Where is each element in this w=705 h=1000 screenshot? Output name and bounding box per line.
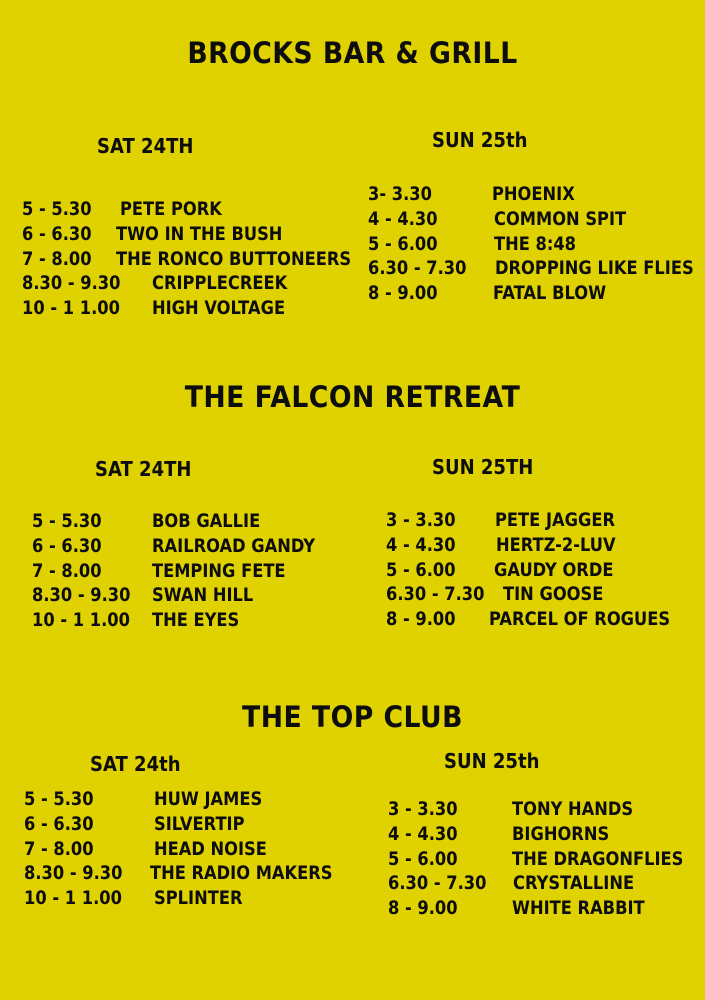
- venue-title-brocks: BROCKS BAR & GRILL: [187, 36, 518, 70]
- slot-band: THE RADIO MAKERS: [150, 863, 333, 885]
- slot-band: RAILROAD GANDY: [152, 535, 315, 557]
- slot-band: CRIPPLECREEK: [152, 273, 288, 295]
- slot-band: BIGHORNS: [512, 823, 610, 845]
- slot-time: 4 - 4.30: [386, 534, 456, 556]
- slot-band: SILVERTIP: [154, 813, 245, 835]
- slot-band: THE 8:48: [494, 233, 577, 255]
- slot-time: 7 - 8.00: [32, 560, 102, 582]
- slot-time: 6 - 6.30: [24, 813, 94, 835]
- slot-band: SWAN HILL: [152, 585, 254, 607]
- venue-title-falcon: THE FALCON RETREAT: [184, 380, 521, 414]
- slot-time: 5 - 5.30: [22, 199, 92, 220]
- slot-band: PARCEL OF ROGUES: [489, 609, 671, 631]
- slot-band: CRYSTALLINE: [513, 873, 635, 895]
- slot-band: HIGH VOLTAGE: [152, 298, 286, 320]
- slot-band: HEAD NOISE: [154, 838, 267, 860]
- venue-title-top-club: THE TOP CLUB: [242, 700, 463, 734]
- slot-time: 10 - 1 1.00: [22, 298, 120, 320]
- slot-band: THE RONCO BUTTONEERS: [116, 248, 352, 270]
- slot-band: WHITE RABBIT: [512, 898, 645, 920]
- slot-time: 5 - 5.30: [32, 511, 102, 532]
- slot-time: 5 - 6.00: [386, 559, 456, 581]
- slot-band: PHOENIX: [492, 184, 575, 205]
- slot-time: 5 - 6.00: [368, 233, 438, 255]
- slot-band: HUW JAMES: [154, 789, 263, 810]
- slot-time: 8.30 - 9.30: [22, 273, 121, 295]
- slot-time: 7 - 8.00: [22, 248, 92, 270]
- slot-band: THE EYES: [152, 610, 240, 632]
- slot-time: 5 - 5.30: [24, 789, 94, 810]
- slot-band: THE DRAGONFLIES: [512, 848, 684, 870]
- day-heading-sun: SUN 25th: [444, 749, 540, 773]
- slot-time: 10 - 1 1.00: [32, 610, 130, 632]
- slot-time: 7 - 8.00: [24, 838, 94, 860]
- slot-time: 3- 3.30: [368, 184, 432, 205]
- slot-band: TONY HANDS: [512, 799, 634, 820]
- slot-time: 10 - 1 1.00: [24, 888, 122, 910]
- day-heading-sun: SUN 25TH: [432, 455, 534, 479]
- slot-time: 8.30 - 9.30: [32, 585, 131, 607]
- slot-time: 4 - 4.30: [368, 208, 438, 230]
- slot-time: 8 - 9.00: [368, 283, 438, 305]
- slot-time: 3 - 3.30: [388, 799, 458, 820]
- slot-band: SPLINTER: [154, 888, 243, 910]
- slot-time: 8 - 9.00: [388, 898, 458, 920]
- slot-band: BOB GALLIE: [152, 511, 261, 532]
- slot-band: COMMON SPIT: [494, 208, 627, 230]
- slot-time: 5 - 6.00: [388, 848, 458, 870]
- day-heading-sun: SUN 25th: [432, 128, 528, 152]
- slot-time: 6 - 6.30: [32, 535, 102, 557]
- slot-band: TEMPING FETE: [152, 560, 286, 582]
- slot-time: 6.30 - 7.30: [368, 258, 467, 280]
- day-heading-sat: SAT 24TH: [97, 134, 194, 158]
- slot-time: 4 - 4.30: [388, 823, 458, 845]
- slot-time: 8.30 - 9.30: [24, 863, 123, 885]
- slot-band: GAUDY ORDE: [494, 559, 614, 581]
- slot-band: HERTZ-2-LUV: [496, 534, 616, 556]
- slot-time: 6 - 6.30: [22, 223, 92, 245]
- slot-band: DROPPING LIKE FLIES: [495, 258, 694, 280]
- slot-time: 6.30 - 7.30: [386, 584, 485, 606]
- slot-time: 3 - 3.30: [386, 510, 456, 531]
- slot-time: 6.30 - 7.30: [388, 873, 487, 895]
- slot-band: PETE JAGGER: [495, 510, 615, 531]
- day-heading-sat: SAT 24th: [90, 752, 181, 776]
- slot-band: FATAL BLOW: [493, 283, 607, 305]
- slot-band: PETE PORK: [120, 199, 222, 220]
- slot-band: TIN GOOSE: [503, 584, 604, 606]
- day-heading-sat: SAT 24TH: [95, 457, 192, 481]
- slot-time: 8 - 9.00: [386, 609, 456, 631]
- slot-band: TWO IN THE BUSH: [116, 223, 283, 245]
